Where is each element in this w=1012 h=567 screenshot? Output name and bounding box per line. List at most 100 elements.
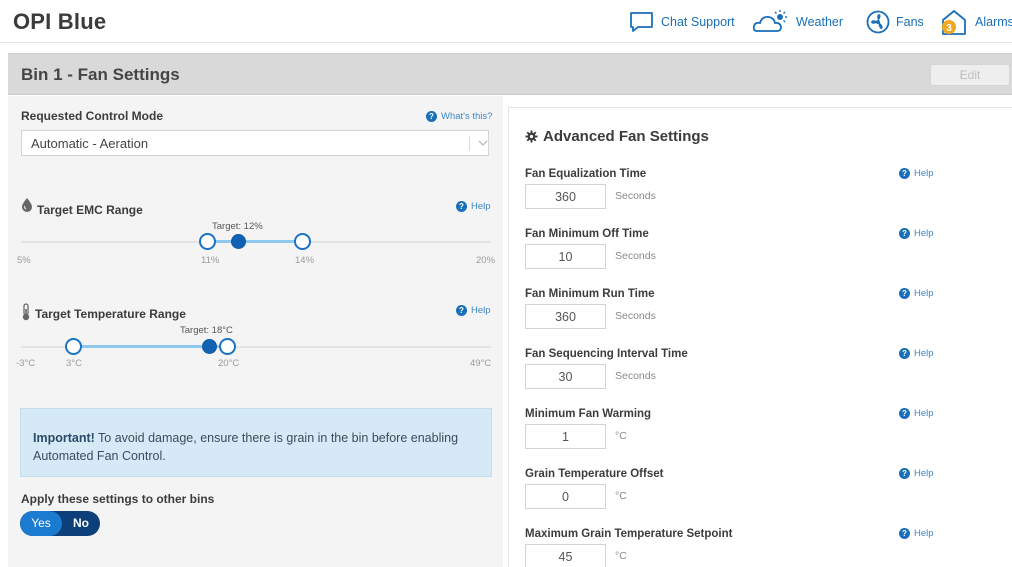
temperature-high-handle[interactable] bbox=[219, 338, 236, 355]
whats-this-link[interactable]: ? What's this? bbox=[426, 111, 492, 122]
emc-low-label: 11% bbox=[201, 255, 220, 266]
field-input[interactable] bbox=[525, 484, 606, 509]
emc-low-handle[interactable] bbox=[199, 233, 216, 250]
top-header: OPI Blue Chat Support Weather Fans 3 Ala… bbox=[0, 0, 1012, 43]
field-label: Fan Minimum Run Time bbox=[525, 288, 655, 300]
field-help-link[interactable]: ? Help bbox=[899, 228, 934, 239]
nav-alarms-label: Alarms bbox=[975, 15, 1012, 29]
fan-icon bbox=[866, 10, 890, 34]
field-label: Maximum Grain Temperature Setpoint bbox=[525, 528, 733, 540]
chat-icon bbox=[630, 12, 653, 32]
temperature-max-label: 49°C bbox=[470, 358, 492, 369]
temperature-high-label: 20°C bbox=[218, 358, 240, 369]
fan-minimum-off-time-field: Fan Minimum Off Time ? Help Seconds bbox=[509, 228, 1012, 286]
temperature-range-label: Target Temperature Range bbox=[35, 307, 186, 321]
help-label: Help bbox=[914, 168, 934, 179]
chevron-down-icon bbox=[478, 140, 488, 146]
field-help-link[interactable]: ? Help bbox=[899, 288, 934, 299]
advanced-settings-title: Advanced Fan Settings bbox=[525, 128, 709, 145]
emc-high-handle[interactable] bbox=[294, 233, 311, 250]
emc-help-label: Help bbox=[471, 201, 491, 212]
emc-slider-range bbox=[207, 240, 303, 243]
question-icon: ? bbox=[456, 201, 467, 212]
emc-target-label: Target: 12% bbox=[212, 221, 263, 232]
field-unit: °C bbox=[615, 490, 627, 502]
emc-target-handle[interactable] bbox=[231, 234, 246, 249]
question-icon: ? bbox=[899, 528, 910, 539]
alarms-badge: 3 bbox=[946, 23, 952, 34]
temperature-min-label: -3°C bbox=[16, 358, 36, 369]
control-mode-select[interactable]: Automatic - Aeration bbox=[21, 130, 489, 156]
field-input[interactable] bbox=[525, 544, 606, 567]
emc-max-label: 20% bbox=[476, 255, 496, 266]
important-bold: Important! bbox=[33, 431, 95, 445]
toggle-yes[interactable]: Yes bbox=[20, 511, 62, 536]
thermometer-icon bbox=[22, 303, 30, 321]
field-unit: Seconds bbox=[615, 310, 656, 322]
whats-this-label: What's this? bbox=[441, 111, 493, 122]
question-icon: ? bbox=[899, 408, 910, 419]
important-notice: Important! To avoid damage, ensure there… bbox=[20, 408, 492, 477]
emc-high-label: 14% bbox=[295, 255, 315, 266]
field-input[interactable] bbox=[525, 364, 606, 389]
nav-fans-label: Fans bbox=[896, 15, 924, 29]
nav-weather[interactable]: Weather bbox=[752, 7, 843, 37]
nav-weather-label: Weather bbox=[796, 15, 844, 29]
field-label: Minimum Fan Warming bbox=[525, 408, 652, 420]
apply-settings-label: Apply these settings to other bins bbox=[21, 492, 215, 506]
emc-help-link[interactable]: ? Help bbox=[456, 201, 491, 212]
grain-temperature-offset-field: Grain Temperature Offset ? Help °C bbox=[509, 468, 1012, 526]
fan-equalization-time-field: Fan Equalization Time ? Help Seconds bbox=[509, 168, 1012, 226]
toggle-no[interactable]: No bbox=[62, 511, 100, 536]
nav-alarms[interactable]: 3 Alarms bbox=[939, 7, 1012, 37]
field-unit: °C bbox=[615, 550, 627, 562]
question-icon: ? bbox=[899, 348, 910, 359]
control-mode-value: Automatic - Aeration bbox=[31, 136, 149, 151]
field-help-link[interactable]: ? Help bbox=[899, 168, 934, 179]
apply-settings-toggle[interactable]: Yes No bbox=[20, 511, 100, 536]
question-icon: ? bbox=[899, 168, 910, 179]
fan-sequencing-interval-time-field: Fan Sequencing Interval Time ? Help Secon… bbox=[509, 348, 1012, 406]
field-help-link[interactable]: ? Help bbox=[899, 468, 934, 479]
help-label: Help bbox=[914, 228, 934, 239]
field-input[interactable] bbox=[525, 304, 606, 329]
field-input[interactable] bbox=[525, 184, 606, 209]
temperature-low-label: 3°C bbox=[66, 358, 82, 369]
emc-min-label: 5% bbox=[17, 255, 31, 266]
advanced-title-label: Advanced Fan Settings bbox=[543, 128, 709, 145]
minimum-fan-warming-field: Minimum Fan Warming ? Help °C bbox=[509, 408, 1012, 466]
gear-icon bbox=[525, 130, 538, 143]
temperature-help-link[interactable]: ? Help bbox=[456, 305, 491, 316]
question-icon: ? bbox=[426, 111, 437, 122]
advanced-fan-settings-panel: Advanced Fan Settings Fan Equalization T… bbox=[508, 107, 1012, 567]
help-label: Help bbox=[914, 528, 934, 539]
field-help-link[interactable]: ? Help bbox=[899, 408, 934, 419]
water-drop-icon bbox=[22, 198, 32, 212]
nav-fans[interactable]: Fans bbox=[866, 7, 924, 37]
temperature-low-handle[interactable] bbox=[65, 338, 82, 355]
field-help-link[interactable]: ? Help bbox=[899, 348, 934, 359]
important-text: Important! To avoid damage, ensure there… bbox=[33, 429, 485, 465]
question-icon: ? bbox=[899, 228, 910, 239]
alarm-bin-icon: 3 bbox=[942, 10, 966, 35]
help-label: Help bbox=[914, 408, 934, 419]
temperature-target-handle[interactable] bbox=[202, 339, 217, 354]
nav-chat-support[interactable]: Chat Support bbox=[629, 7, 735, 37]
field-help-link[interactable]: ? Help bbox=[899, 528, 934, 539]
maximum-grain-temperature-setpoint-field: Maximum Grain Temperature Setpoint ? Help… bbox=[509, 528, 1012, 567]
select-separator bbox=[469, 136, 470, 151]
temperature-help-label: Help bbox=[471, 305, 491, 316]
field-unit: Seconds bbox=[615, 370, 656, 382]
field-unit: Seconds bbox=[615, 250, 656, 262]
field-unit: °C bbox=[615, 430, 627, 442]
question-icon: ? bbox=[899, 288, 910, 299]
question-icon: ? bbox=[456, 305, 467, 316]
important-body: To avoid damage, ensure there is grain i… bbox=[33, 431, 459, 463]
control-mode-label: Requested Control Mode bbox=[21, 109, 164, 123]
field-label: Fan Sequencing Interval Time bbox=[525, 348, 688, 360]
field-label: Fan Minimum Off Time bbox=[525, 228, 649, 240]
field-input[interactable] bbox=[525, 424, 606, 449]
edit-button[interactable]: Edit bbox=[930, 64, 1010, 86]
field-input[interactable] bbox=[525, 244, 606, 269]
help-label: Help bbox=[914, 348, 934, 359]
